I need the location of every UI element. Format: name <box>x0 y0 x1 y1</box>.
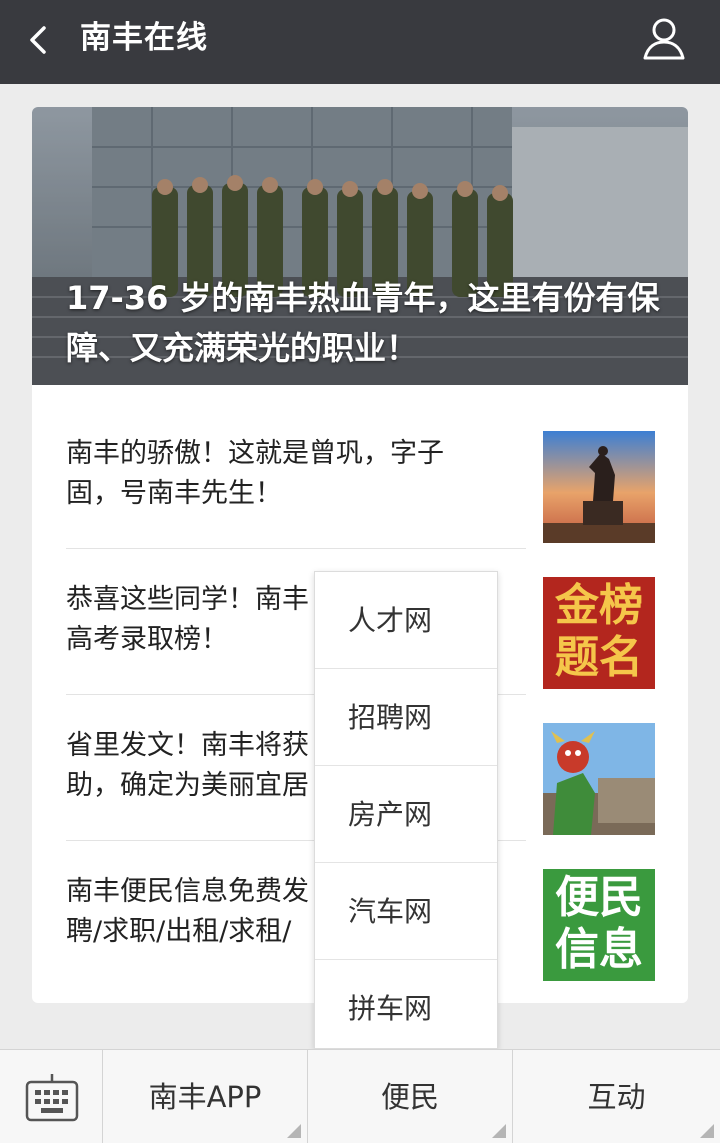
poster-text-line: 题名 <box>555 632 643 683</box>
article-item[interactable]: 南丰的骄傲！这就是曾巩，字子 固，号南丰先生！ <box>32 403 688 549</box>
submenu-item[interactable]: 拼车网 <box>315 960 497 1057</box>
poster-text-line: 信息 <box>555 924 643 975</box>
bianmin-poster-thumbnail: 便民 信息 <box>543 869 655 981</box>
menu-button-label: 便民 <box>380 1080 439 1114</box>
nuo-mask-photo-thumbnail <box>543 723 655 835</box>
hero-caption-line: 障、又充满荣光的职业！ <box>66 329 419 367</box>
back-arrow-icon[interactable] <box>22 22 58 58</box>
hero-article[interactable]: 17-36 岁的南丰热血青年，这里有份有保 障、又充满荣光的职业！ <box>32 107 688 385</box>
jinbang-poster-thumbnail: 金榜 题名 <box>543 577 655 689</box>
menu-button-label: 南丰APP <box>148 1080 262 1114</box>
menu-button-bianmin[interactable]: 便民 <box>308 1050 513 1143</box>
hero-caption: 17-36 岁的南丰热血青年，这里有份有保 障、又充满荣光的职业！ <box>66 273 666 373</box>
statue-photo-thumbnail <box>543 431 655 543</box>
submenu-indicator-icon <box>287 1124 301 1138</box>
submenu-popup: 人才网 招聘网 房产网 汽车网 拼车网 <box>314 571 498 1049</box>
article-title-line: 南丰的骄傲！这就是曾巩，字子 <box>66 438 444 469</box>
menu-button-label: 互动 <box>587 1080 646 1114</box>
menu-button-app[interactable]: 南丰APP <box>103 1050 308 1143</box>
poster-text-line: 金榜 <box>555 580 643 631</box>
keyboard-toggle-button[interactable] <box>0 1050 103 1143</box>
article-title: 南丰的骄傲！这就是曾巩，字子 固，号南丰先生！ <box>66 434 506 514</box>
user-profile-icon[interactable] <box>640 14 688 62</box>
bottom-menu-bar: 南丰APP 便民 互动 <box>0 1049 720 1143</box>
hero-caption-line: 17-36 岁的南丰热血青年，这里有份有保 <box>66 279 660 317</box>
page-title: 南丰在线 <box>80 20 208 56</box>
article-title-line: 固，号南丰先生！ <box>66 478 282 509</box>
submenu-item[interactable]: 人才网 <box>315 572 497 669</box>
menu-button-interact[interactable]: 互动 <box>513 1050 720 1143</box>
submenu-item[interactable]: 房产网 <box>315 766 497 863</box>
keyboard-icon <box>25 1074 79 1122</box>
submenu-item[interactable]: 汽车网 <box>315 863 497 960</box>
submenu-indicator-icon <box>492 1124 506 1138</box>
top-bar: 南丰在线 <box>0 0 720 84</box>
submenu-item[interactable]: 招聘网 <box>315 669 497 766</box>
poster-text-line: 便民 <box>555 872 643 923</box>
submenu-indicator-icon <box>700 1124 714 1138</box>
